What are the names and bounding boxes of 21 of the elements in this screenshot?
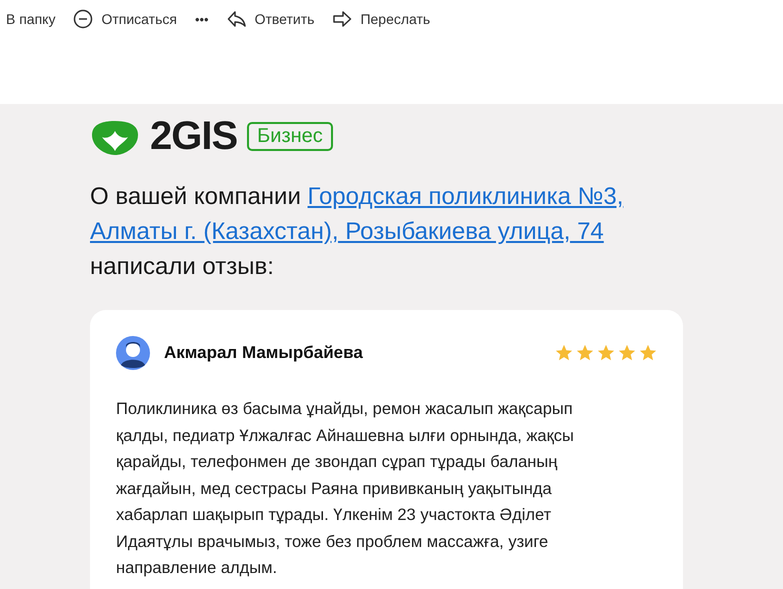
review-text: Поликлиника өз басыма ұнайды, ремон жасалып жақсарып қалды, педиатр Ұлжалғас Айнашевна ылғи орнында, жақсы қарайды, телефонмен де звондап сұрап тұрады баланың жағдайын, мед сестрасы Раяна прививканың уақытында хабарлап шақырып тұрады. Үлкенім 23 участокта Әділет Идаятұлы врачымыз, тоже без проблем массажға, узиге направление алдым. — [116, 399, 575, 579]
avatar-icon — [116, 336, 150, 370]
move-to-folder-button[interactable]: В папку — [6, 11, 56, 27]
logo-wordmark: 2GIS — [150, 114, 238, 159]
star-icon — [576, 344, 594, 362]
business-badge: Бизнес — [247, 122, 333, 151]
star-icon — [555, 344, 573, 362]
star-icon — [597, 344, 615, 362]
star-icon — [618, 344, 636, 362]
company-link[interactable]: Алматы г. (Казахстан), Розыбакиева улица, 74 — [90, 218, 604, 245]
forward-button[interactable]: Переслать — [332, 10, 430, 28]
forward-icon — [332, 10, 352, 28]
more-button[interactable]: ••• — [194, 12, 209, 26]
unsubscribe-button[interactable]: Отписаться — [73, 9, 177, 29]
company-link[interactable]: Городская поликлиника №3, — [308, 183, 624, 210]
reply-button[interactable]: Ответить — [226, 10, 314, 28]
minus-circle-icon — [73, 9, 94, 29]
star-icon — [639, 344, 657, 362]
author-name: Акмарал Мамырбайева — [164, 343, 363, 363]
heading: О вашей компании Городская поликлиника №3, Алматы г. (Казахстан), Розыбакиева улица, 74 написали отзыв: — [90, 182, 624, 282]
reply-icon — [226, 10, 247, 28]
